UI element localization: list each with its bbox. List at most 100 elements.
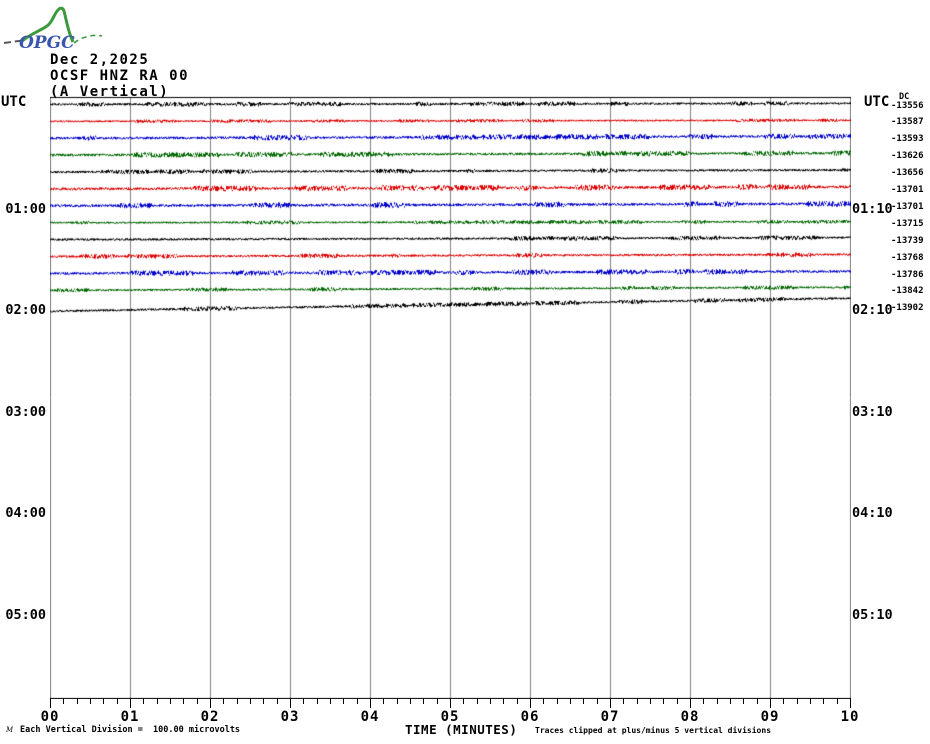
x-minor-tick (383, 698, 385, 704)
x-major-tick (530, 698, 531, 708)
x-minor-tick (463, 698, 465, 704)
x-tick-label: 10 (840, 709, 860, 725)
x-minor-tick (730, 698, 731, 704)
x-minor-tick (143, 698, 145, 704)
x-minor-tick (490, 698, 491, 704)
x-minor-tick (316, 698, 318, 704)
scale-note: Each Vertical Division = 100.00 microvol… (20, 725, 241, 735)
x-major-tick (210, 698, 211, 708)
x-tick-label: 09 (760, 709, 780, 725)
logo-dash-right (73, 34, 103, 44)
right-hour-label: 05:10 (852, 606, 893, 623)
dc-value: -13556 (891, 100, 924, 111)
dc-value: -13842 (891, 286, 924, 297)
x-tick-label: 01 (120, 709, 140, 725)
x-minor-tick (756, 698, 758, 704)
dc-value: -13902 (891, 303, 924, 314)
x-minor-tick (556, 698, 558, 704)
x-minor-tick (676, 698, 678, 704)
helicorder-plot (50, 96, 851, 699)
right-hour-label: 01:10 (852, 200, 893, 217)
dc-value: -13587 (891, 117, 924, 128)
x-minor-tick (783, 698, 785, 704)
right-hour-label: 04:10 (852, 505, 893, 522)
corner-mark: M (6, 726, 14, 734)
logo-text: OPGC (19, 33, 75, 52)
header-date: Dec 2,2025 (50, 52, 150, 68)
x-minor-tick (103, 698, 105, 704)
x-minor-tick (396, 698, 398, 704)
x-minor-tick (183, 698, 185, 704)
right-hour-label: 02:10 (852, 302, 893, 319)
x-tick-label: 02 (200, 709, 220, 725)
left-hour-label: 05:00 (5, 606, 46, 623)
x-major-tick (450, 698, 451, 708)
x-minor-tick (303, 698, 305, 704)
x-minor-tick (836, 698, 838, 704)
x-tick-label: 03 (280, 709, 300, 725)
x-major-tick (610, 698, 611, 708)
header-station: OCSF HNZ RA 00 (50, 68, 190, 84)
x-major-tick (50, 698, 51, 708)
x-minor-tick (276, 698, 278, 704)
x-minor-tick (170, 698, 171, 704)
x-minor-tick (330, 698, 331, 704)
dc-value: -13626 (891, 151, 924, 162)
dc-value: -13701 (891, 185, 924, 195)
dc-value: -13656 (891, 168, 924, 179)
dc-value: -13739 (891, 235, 924, 246)
x-minor-tick (436, 698, 438, 704)
x-tick-label: 07 (600, 709, 620, 725)
x-minor-tick (650, 698, 651, 704)
left-hour-label: 02:00 (5, 302, 46, 319)
x-minor-tick (570, 698, 571, 704)
x-minor-tick (76, 698, 78, 704)
x-minor-tick (196, 698, 198, 704)
left-hour-label: 04:00 (5, 505, 46, 522)
x-major-tick (690, 698, 691, 708)
left-hour-label: 01:00 (5, 200, 46, 217)
x-major-tick (130, 698, 131, 708)
x-minor-tick (810, 698, 811, 704)
x-minor-tick (583, 698, 585, 704)
x-major-tick (370, 698, 371, 708)
x-minor-tick (343, 698, 345, 704)
x-minor-tick (90, 698, 91, 704)
x-tick-label: 00 (40, 709, 60, 725)
x-major-tick (770, 698, 771, 708)
x-minor-tick (823, 698, 825, 704)
dc-value: -13701 (891, 201, 924, 212)
x-minor-tick (503, 698, 505, 704)
dc-value: -13593 (891, 134, 924, 145)
x-minor-tick (623, 698, 625, 704)
x-minor-tick (716, 698, 718, 704)
x-minor-tick (423, 698, 425, 704)
right-utc-label: UTC (864, 94, 890, 110)
x-tick-label: 08 (680, 709, 700, 725)
x-axis-title: TIME (MINUTES) (405, 722, 518, 737)
x-minor-tick (543, 698, 545, 704)
x-minor-tick (356, 698, 358, 704)
x-tick-label: 04 (360, 709, 380, 725)
x-minor-tick (516, 698, 518, 704)
x-minor-tick (476, 698, 478, 704)
left-hour-label: 03:00 (5, 403, 46, 420)
x-minor-tick (703, 698, 705, 704)
x-minor-tick (663, 698, 665, 704)
x-minor-tick (116, 698, 118, 704)
x-minor-tick (223, 698, 225, 704)
x-minor-tick (596, 698, 598, 704)
dc-value: -13786 (891, 269, 924, 280)
plot-header: Dec 2,2025 OCSF HNZ RA 00 (A Vertical) (50, 52, 189, 100)
opgc-logo: OPGC (3, 6, 103, 52)
x-minor-tick (156, 698, 158, 704)
x-minor-tick (410, 698, 411, 704)
right-hour-label: 03:10 (852, 403, 893, 420)
x-minor-tick (250, 698, 251, 704)
x-minor-tick (636, 698, 638, 704)
x-minor-tick (796, 698, 798, 704)
x-minor-tick (743, 698, 745, 704)
x-major-tick (850, 698, 851, 708)
x-major-tick (290, 698, 291, 708)
dc-value: -13715 (891, 218, 924, 229)
